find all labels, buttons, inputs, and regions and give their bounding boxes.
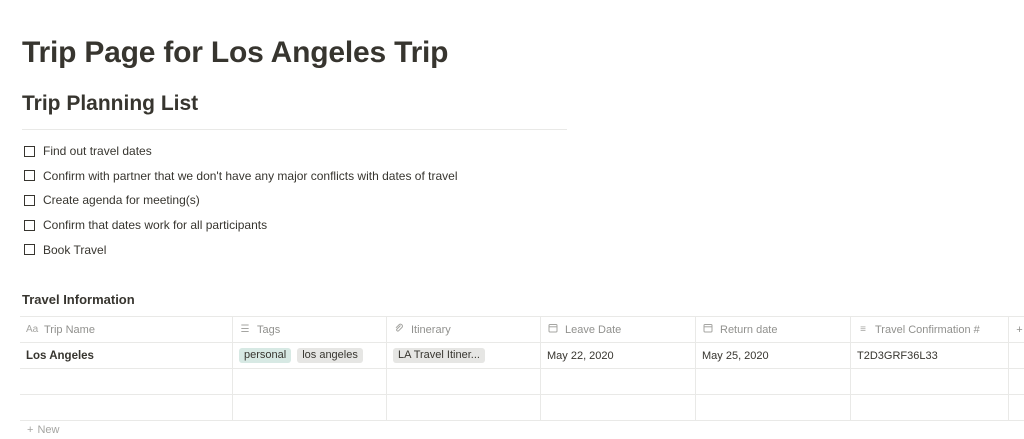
todo-label[interactable]: Find out travel dates [43, 145, 152, 157]
table-row[interactable] [20, 395, 1024, 421]
tag-badge: los angeles [297, 348, 363, 363]
column-label: Itinerary [411, 323, 451, 336]
return-date-cell[interactable]: May 25, 2020 [696, 343, 851, 368]
empty-cell[interactable] [233, 369, 387, 394]
empty-cell[interactable] [541, 369, 696, 394]
column-header-itinerary[interactable]: Itinerary [387, 317, 541, 342]
table-header: Aa Trip Name ☰ Tags Itinerary Leave Date… [20, 317, 1024, 343]
checkbox[interactable] [24, 170, 35, 182]
table-row[interactable] [20, 369, 1024, 395]
empty-cell [1009, 369, 1024, 394]
todo-item: Confirm that dates work for all particip… [24, 213, 457, 238]
column-header-travel-confirmation[interactable]: ≡ Travel Confirmation # [851, 317, 1009, 342]
new-row-label: New [37, 424, 60, 436]
checkbox[interactable] [24, 244, 35, 256]
empty-cell[interactable] [541, 395, 696, 420]
empty-cell[interactable] [696, 369, 851, 394]
empty-cell[interactable] [387, 395, 541, 420]
todo-label[interactable]: Create agenda for meeting(s) [43, 194, 200, 206]
new-row-button[interactable]: + New [27, 424, 59, 436]
column-header-tags[interactable]: ☰ Tags [233, 317, 387, 342]
column-label: Leave Date [565, 323, 622, 336]
todo-item: Create agenda for meeting(s) [24, 188, 457, 213]
trip-name-cell[interactable]: Los Angeles [20, 343, 233, 368]
section-heading[interactable]: Trip Planning List [22, 92, 198, 116]
calendar-icon [702, 323, 714, 336]
empty-cell[interactable] [20, 395, 233, 420]
column-header-return-date[interactable]: Return date [696, 317, 851, 342]
plus-icon: + [27, 424, 34, 436]
text-property-icon: ≡ [860, 324, 866, 335]
checkbox[interactable] [24, 219, 35, 231]
checkbox[interactable] [24, 145, 35, 157]
tag-badge: personal [239, 348, 292, 363]
empty-cell[interactable] [851, 369, 1009, 394]
tags-cell[interactable]: personal los angeles [233, 343, 387, 368]
empty-cell[interactable] [387, 369, 541, 394]
confirmation-cell[interactable]: T2D3GRF36L33 [851, 343, 1009, 368]
empty-cell[interactable] [233, 395, 387, 420]
todo-label[interactable]: Confirm with partner that we don't have … [43, 170, 457, 182]
page-title[interactable]: Trip Page for Los Angeles Trip [22, 36, 449, 70]
todo-label[interactable]: Confirm that dates work for all particip… [43, 219, 267, 231]
multi-select-icon: ☰ [240, 324, 250, 335]
leave-date-cell[interactable]: May 22, 2020 [541, 343, 696, 368]
column-label: Tags [257, 323, 281, 336]
todo-list: Find out travel dates Confirm with partn… [24, 139, 457, 262]
add-column-button[interactable]: + [1009, 317, 1024, 342]
empty-cell[interactable] [20, 369, 233, 394]
database-title[interactable]: Travel Information [22, 292, 135, 307]
empty-cell [1009, 395, 1024, 420]
attachment-icon [393, 323, 405, 336]
divider [22, 129, 567, 130]
travel-table: Aa Trip Name ☰ Tags Itinerary Leave Date… [20, 316, 1024, 421]
itinerary-cell[interactable]: LA Travel Itiner... [387, 343, 541, 368]
table-row[interactable]: Los Angeles personal los angeles LA Trav… [20, 343, 1024, 369]
column-label: Trip Name [44, 323, 95, 336]
column-header-trip-name[interactable]: Aa Trip Name [20, 317, 233, 342]
file-attachment[interactable]: LA Travel Itiner... [393, 348, 485, 363]
todo-item: Confirm with partner that we don't have … [24, 164, 457, 189]
todo-label[interactable]: Book Travel [43, 244, 106, 256]
empty-cell[interactable] [851, 395, 1009, 420]
checkbox[interactable] [24, 194, 35, 206]
empty-cell [1009, 343, 1024, 368]
title-property-icon: Aa [26, 324, 39, 335]
todo-item: Book Travel [24, 237, 457, 262]
column-header-leave-date[interactable]: Leave Date [541, 317, 696, 342]
empty-cell[interactable] [696, 395, 851, 420]
column-label: Return date [720, 323, 778, 336]
column-label: Travel Confirmation # [875, 323, 980, 336]
calendar-icon [547, 323, 559, 336]
todo-item: Find out travel dates [24, 139, 457, 164]
